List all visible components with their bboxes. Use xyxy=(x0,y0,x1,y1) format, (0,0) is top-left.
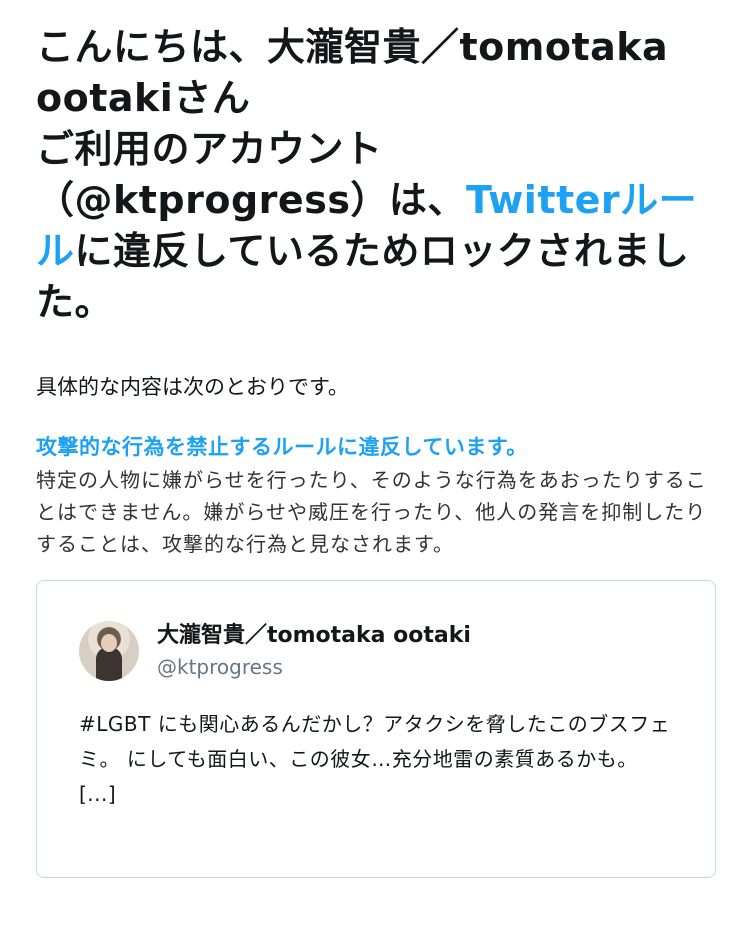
violated-rule-description: 特定の人物に嫌がらせを行ったり、そのような行為をあおったりすることはできません。… xyxy=(36,468,707,556)
avatar-face-shape xyxy=(101,634,117,652)
tweet-display-name: 大瀧智貴／tomotaka ootaki xyxy=(157,623,471,648)
account-handle-line: （@ktprogress）は、 xyxy=(36,178,466,222)
account-line: ご利用のアカウント xyxy=(36,127,383,171)
greeting-line-1: こんにちは、大瀧智貴／tomotaka xyxy=(36,25,669,69)
details-intro: 具体的な内容は次のとおりです。 xyxy=(36,375,349,399)
tweet-header: 大瀧智貴／tomotaka ootaki @ktprogress xyxy=(79,621,675,681)
locked-reason-line: に違反しているためロックされました。 xyxy=(36,229,690,324)
offending-tweet-card: 大瀧智貴／tomotaka ootaki @ktprogress #LGBT に… xyxy=(36,580,716,878)
lock-notice-page: こんにちは、大瀧智貴／tomotaka ootakiさん ご利用のアカウント （… xyxy=(0,0,750,947)
tweet-handle: @ktprogress xyxy=(157,655,283,679)
tweet-author: 大瀧智貴／tomotaka ootaki @ktprogress xyxy=(157,621,471,681)
lock-notice-headline: こんにちは、大瀧智貴／tomotaka ootakiさん ご利用のアカウント （… xyxy=(36,22,714,328)
violated-rule-title: 攻撃的な行為を禁止するルールに違反しています。 xyxy=(36,435,528,459)
tweet-text: #LGBT にも関心あるんだかし？アタクシを脅したこのブスフェミ。 にしても面白… xyxy=(79,712,671,806)
avatar-body-shape xyxy=(96,647,122,681)
avatar xyxy=(79,621,139,681)
greeting-line-2: ootakiさん xyxy=(36,76,251,120)
